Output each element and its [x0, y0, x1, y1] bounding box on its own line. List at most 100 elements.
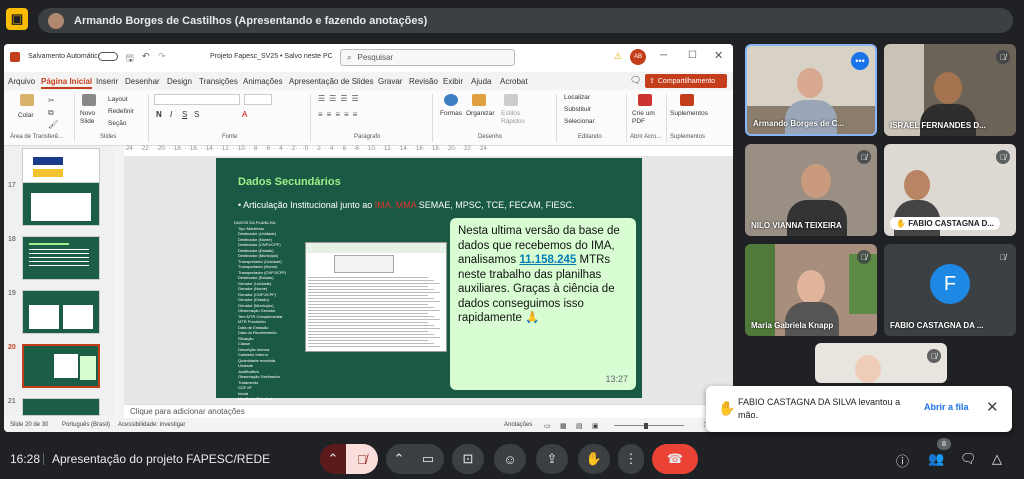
- menu-acrobat[interactable]: Acrobat: [500, 77, 528, 86]
- file-title[interactable]: Projeto Fapesc_SV25 • Salvo neste PC: [210, 53, 333, 60]
- captions-button[interactable]: ⊡: [452, 444, 484, 474]
- raise-hand-button[interactable]: ✋: [578, 444, 610, 474]
- new-slide-label[interactable]: Novo Slide: [80, 110, 102, 126]
- list-icons[interactable]: ☰☰☰☰: [318, 94, 363, 103]
- notes-pane[interactable]: Clique para adicionar anotações: [124, 404, 733, 418]
- select-button[interactable]: Selecionar: [564, 118, 595, 125]
- arrange-label[interactable]: Organizar: [466, 110, 495, 117]
- addins-icon[interactable]: [680, 94, 694, 106]
- layout-button[interactable]: Layout: [108, 96, 128, 103]
- leave-call-button[interactable]: ☎: [652, 444, 698, 474]
- font-color-icon[interactable]: A: [242, 110, 247, 119]
- info-icon[interactable]: ⓘ: [896, 451, 909, 470]
- shapes-icon[interactable]: [444, 94, 458, 106]
- paste-icon[interactable]: [20, 94, 34, 106]
- emoji-button[interactable]: ☺: [494, 444, 526, 474]
- undo-icon[interactable]: ↶: [142, 51, 150, 62]
- minimize-icon[interactable]: ─: [660, 50, 667, 61]
- autosave-toggle[interactable]: [98, 52, 118, 61]
- message-number[interactable]: 11.158.245: [519, 254, 576, 266]
- paste-label[interactable]: Colar: [18, 112, 34, 119]
- addins-label[interactable]: Suplementos: [670, 110, 708, 117]
- slide-thumbnail[interactable]: [22, 290, 100, 334]
- presentation-icon: ▣: [6, 8, 28, 30]
- redo-icon[interactable]: ↷: [158, 51, 166, 62]
- italic-icon[interactable]: I: [170, 110, 172, 119]
- menu-ajuda[interactable]: Ajuda: [471, 77, 491, 86]
- quick-styles-icon[interactable]: [504, 94, 518, 106]
- accessibility[interactable]: Acessibilidade: investigar: [118, 422, 185, 428]
- shapes-label[interactable]: Formas: [440, 110, 462, 117]
- new-slide-icon[interactable]: [82, 94, 96, 106]
- participant-tile-fabio[interactable]: 🎙̸ ✋ FABIO CASTAGNA D...: [884, 144, 1016, 236]
- participant-tile-israel[interactable]: 🎙̸ ISRAEL FERNANDES D...: [884, 44, 1016, 136]
- format-painter-icon[interactable]: 🖌: [48, 120, 58, 129]
- maximize-icon[interactable]: ☐: [688, 50, 697, 61]
- replace-button[interactable]: Substituir: [564, 106, 591, 113]
- camera-options-button[interactable]: ⌃: [386, 444, 412, 474]
- align-icons[interactable]: ≡≡≡≡≡: [318, 110, 361, 119]
- search-input[interactable]: ⌕ Pesquisar: [340, 49, 515, 66]
- participant-tile-armando[interactable]: ••• Armando Borges de C...: [745, 44, 877, 136]
- participant-tile-fabio-avatar[interactable]: F 🎙̸ FABIO CASTAGNA DA ...: [884, 244, 1016, 336]
- menu-inserir[interactable]: Inserir: [96, 77, 118, 86]
- font-name-select[interactable]: [154, 94, 240, 105]
- participant-tile-nilo[interactable]: 🎙̸ NILO VIANNA TEIXEIRA: [745, 144, 877, 236]
- close-icon[interactable]: ✕: [714, 49, 723, 62]
- open-queue-link[interactable]: Abrir a fila: [924, 402, 969, 412]
- reset-button[interactable]: Redefinir: [108, 108, 134, 115]
- reading-view-icon[interactable]: ▤: [576, 422, 583, 430]
- create-pdf-icon[interactable]: [638, 94, 652, 106]
- people-icon[interactable]: 👥: [928, 451, 944, 467]
- bold-icon[interactable]: N: [156, 110, 162, 119]
- activities-icon[interactable]: △: [992, 451, 1002, 467]
- chat-icon[interactable]: 🗨: [960, 451, 977, 467]
- menu-transicoes[interactable]: Transições: [199, 77, 238, 86]
- current-slide[interactable]: Dados Secundários • Articulação Instituc…: [216, 158, 642, 401]
- create-pdf-label[interactable]: Crie um PDF: [632, 110, 662, 126]
- slide-thumbnail[interactable]: [22, 398, 100, 416]
- menu-design[interactable]: Design: [167, 77, 192, 86]
- menu-gravar[interactable]: Gravar: [378, 77, 402, 86]
- font-size-select[interactable]: [244, 94, 272, 105]
- arrange-icon[interactable]: [472, 94, 486, 106]
- zoom-slider-thumb[interactable]: [644, 423, 648, 429]
- menu-arquivo[interactable]: Arquivo: [8, 77, 35, 86]
- cut-icon[interactable]: ✂: [48, 96, 55, 105]
- slide-thumbnail[interactable]: [22, 236, 100, 280]
- shadow-icon[interactable]: S: [194, 110, 199, 119]
- slideshow-view-icon[interactable]: ▣: [592, 422, 599, 430]
- comments-icon[interactable]: 🗨: [630, 75, 641, 86]
- more-options-button[interactable]: ⋮: [618, 444, 644, 474]
- zoom-slider[interactable]: [614, 425, 684, 426]
- slide-thumbnail-selected[interactable]: [22, 344, 100, 388]
- normal-view-icon[interactable]: ▭: [544, 422, 551, 430]
- menu-exibir[interactable]: Exibir: [443, 77, 463, 86]
- copy-icon[interactable]: ⧉: [48, 108, 54, 118]
- notes-toggle[interactable]: Anotações: [504, 422, 532, 428]
- section-button[interactable]: Seção: [108, 120, 126, 127]
- present-button[interactable]: ⇪: [536, 444, 568, 474]
- menu-apresentacao[interactable]: Apresentação de Slides: [289, 77, 374, 86]
- sorter-view-icon[interactable]: ▦: [560, 422, 567, 430]
- menu-revisao[interactable]: Revisão: [409, 77, 438, 86]
- language[interactable]: Português (Brasil): [62, 422, 110, 428]
- camera-toggle-button[interactable]: ▭: [412, 444, 444, 474]
- save-icon[interactable]: 🖫: [126, 51, 134, 67]
- menu-animacoes[interactable]: Animações: [243, 77, 283, 86]
- participant-tile-maria[interactable]: 🎙̸ Maria Gabriela Knapp: [745, 244, 877, 336]
- more-options-icon[interactable]: •••: [851, 52, 869, 70]
- share-button[interactable]: ⇪ Compartilhamento: [645, 74, 727, 88]
- user-avatar[interactable]: AB: [630, 49, 646, 65]
- close-icon[interactable]: ✕: [986, 398, 999, 416]
- slide-thumbnail[interactable]: [22, 182, 100, 226]
- menu-pagina-inicial[interactable]: Página Inicial: [41, 77, 93, 89]
- quick-styles-label[interactable]: Estilos Rápidos: [501, 110, 527, 126]
- mic-toggle-button[interactable]: 🎙̸: [346, 444, 378, 474]
- participant-tile-partial[interactable]: 🎙̸: [815, 343, 947, 383]
- menu-desenhar[interactable]: Desenhar: [125, 77, 160, 86]
- underline-icon[interactable]: S: [182, 110, 187, 119]
- find-button[interactable]: Localizar: [564, 94, 590, 101]
- mic-options-button[interactable]: ⌃: [320, 444, 346, 474]
- presenter-banner[interactable]: Armando Borges de Castilhos (Apresentand…: [38, 8, 1013, 33]
